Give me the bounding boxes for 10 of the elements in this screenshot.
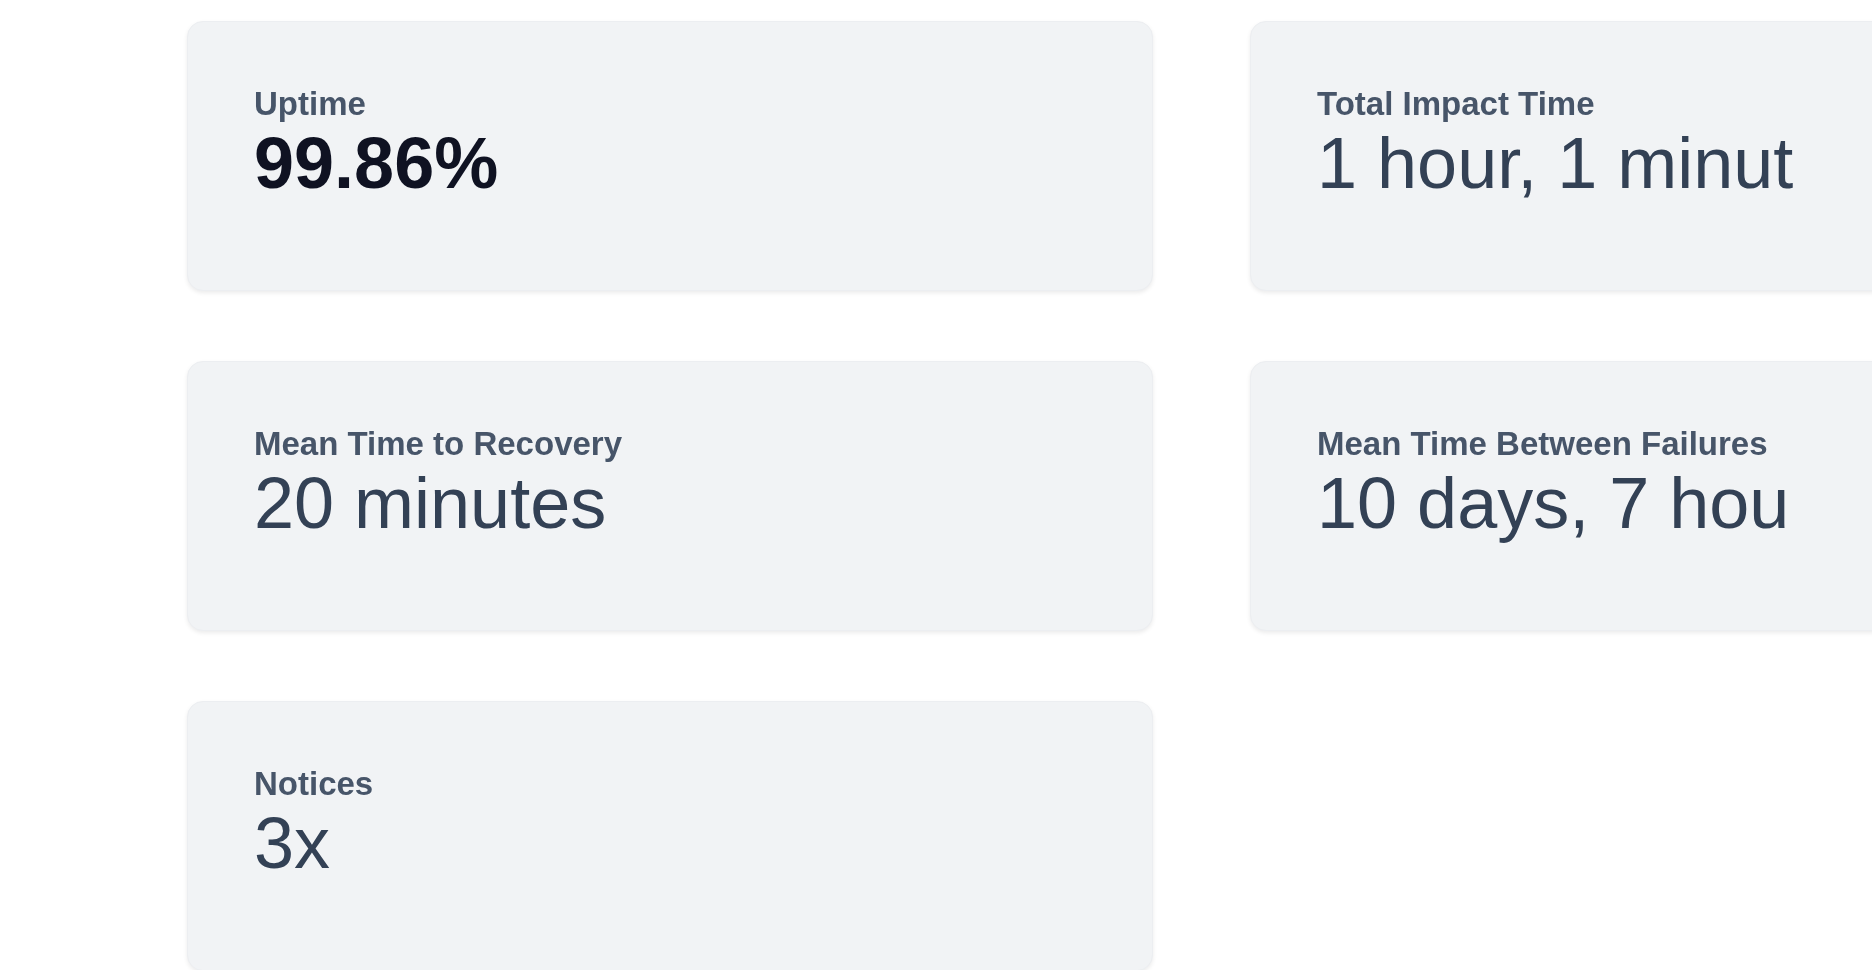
stat-value: 3x [254,803,331,883]
stat-label: Total Impact Time [1317,84,1595,124]
stat-value: 20 minutes [254,463,607,543]
stat-label: Notices [254,764,374,804]
stat-label: Mean Time Between Failures [1317,424,1768,464]
stat-value: 99.86% [254,123,499,203]
stat-value: 1 hour, 1 minut [1317,123,1794,203]
stat-label: Mean Time to Recovery [254,424,623,464]
stat-value: 10 days, 7 hou [1317,463,1790,543]
stat-label: Uptime [254,84,366,124]
